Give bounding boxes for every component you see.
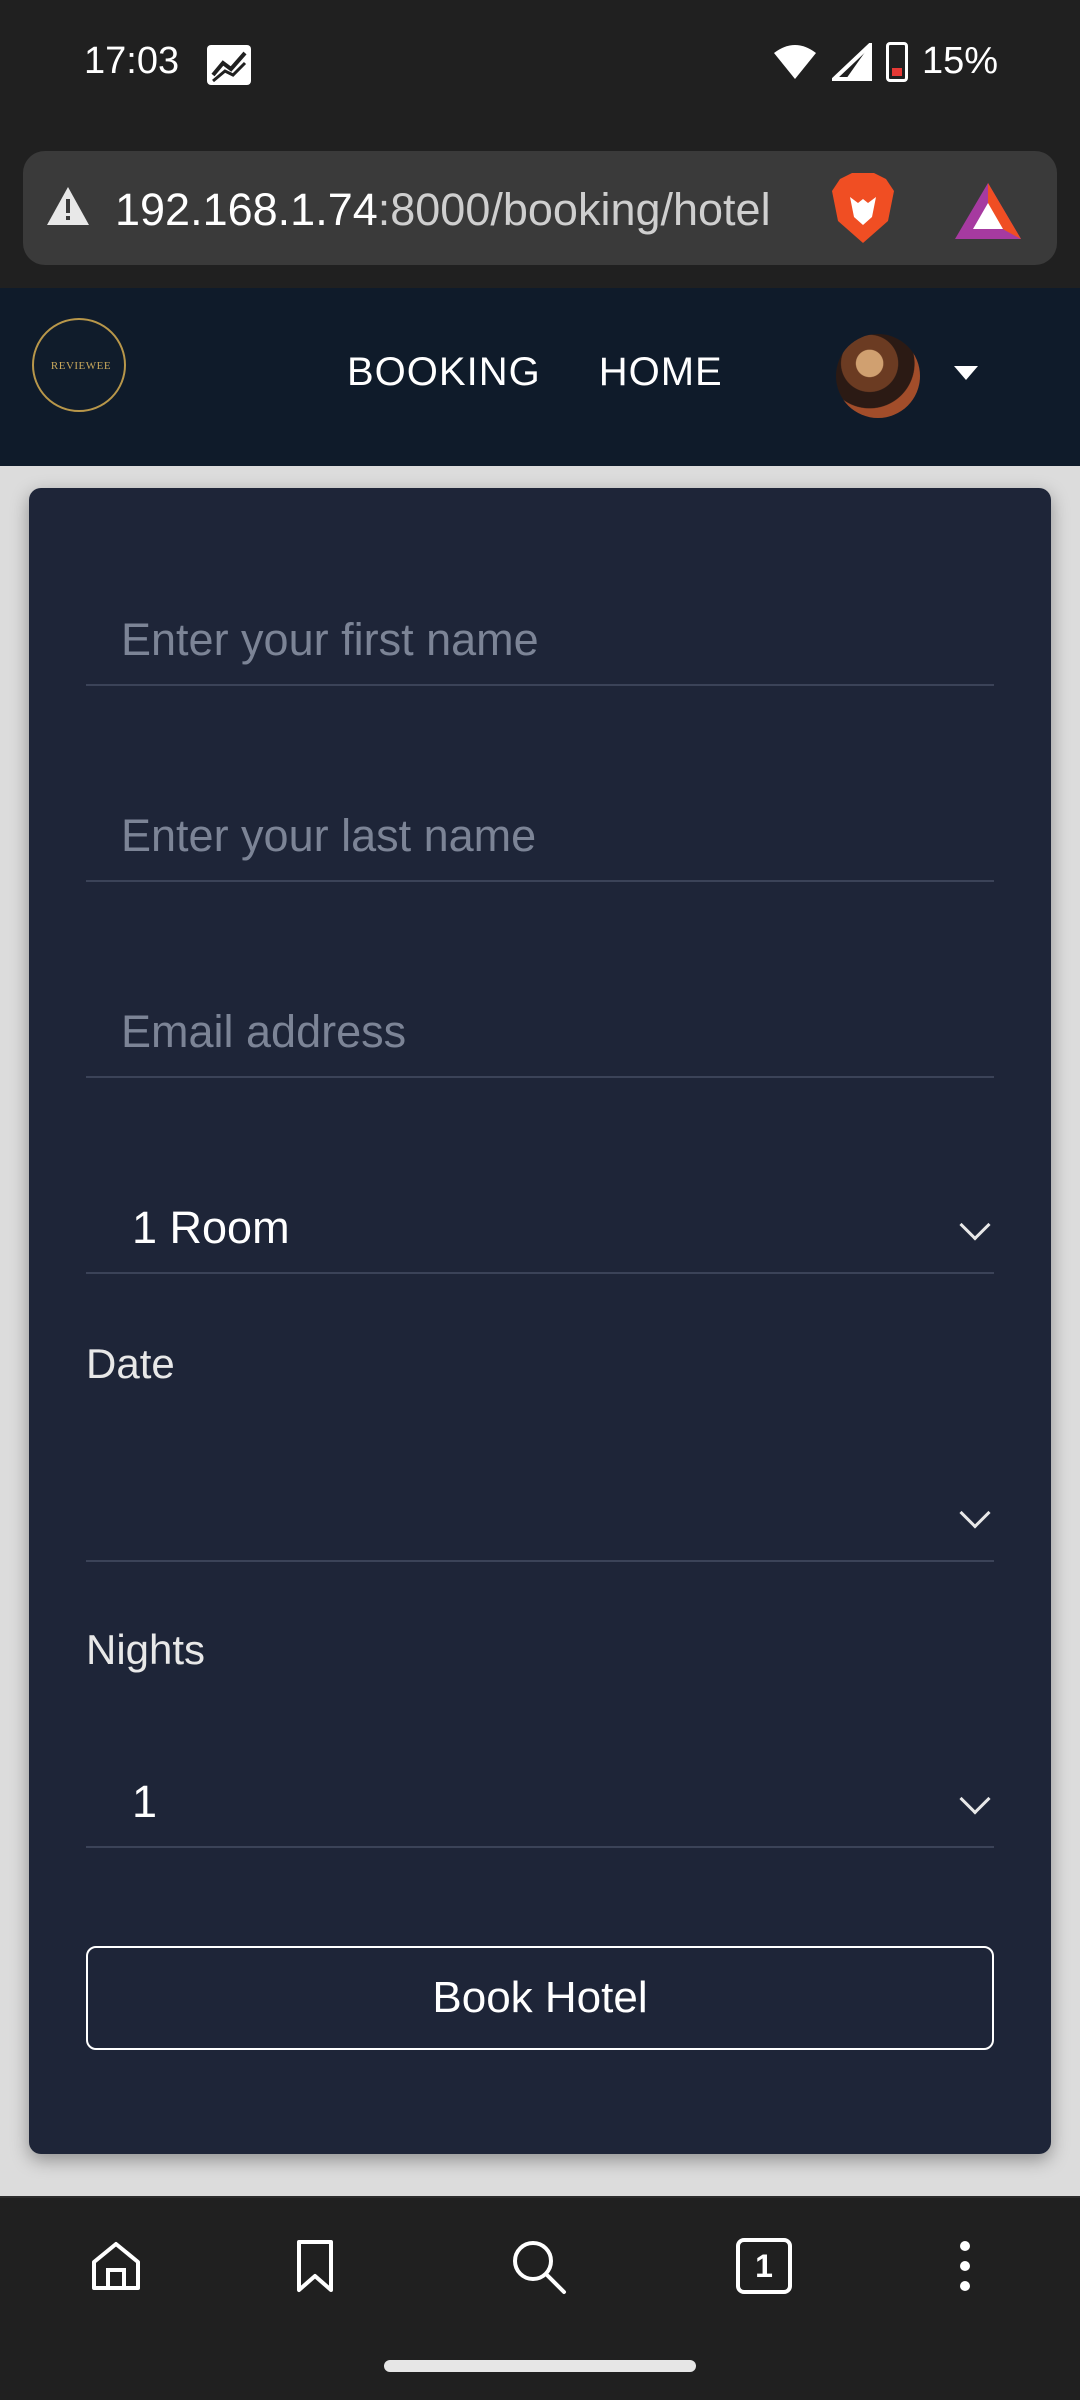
chevron-down-icon	[959, 1209, 991, 1241]
battery-icon	[885, 41, 908, 82]
nights-label: Nights	[86, 1626, 206, 1673]
last-name-field[interactable]: Enter your last name	[86, 792, 994, 882]
gesture-handle[interactable]	[384, 2360, 696, 2372]
brave-rewards-icon[interactable]	[953, 181, 1023, 241]
address-bar[interactable]: 192.168.1.74:8000/booking/hotel	[23, 151, 1057, 265]
site-logo[interactable]: REVIEWEE	[32, 318, 126, 412]
wifi-icon	[773, 44, 816, 79]
battery-percent: 15%	[921, 40, 998, 82]
gesture-navigation-area	[0, 2332, 1080, 2400]
chart-notification-icon	[207, 45, 251, 85]
nav-links: BOOKING HOME	[347, 350, 723, 395]
first-name-placeholder: Enter your first name	[121, 614, 539, 665]
booking-form-card: Enter your first name Enter your last na…	[29, 488, 1051, 2154]
signal-icon	[831, 42, 872, 81]
date-label: Date	[86, 1340, 175, 1387]
book-hotel-button[interactable]: Book Hotel	[86, 1946, 994, 2050]
first-name-field[interactable]: Enter your first name	[86, 596, 994, 686]
status-time: 17:03	[84, 40, 180, 82]
browser-bottom-toolbar: 1	[0, 2196, 1080, 2332]
nav-link-booking[interactable]: BOOKING	[347, 350, 541, 395]
bookmark-icon[interactable]	[285, 2236, 345, 2296]
home-icon[interactable]	[86, 2236, 146, 2296]
rooms-select[interactable]: 1 Room	[86, 1184, 994, 1274]
url-path: :8000/booking/hotel	[377, 184, 771, 235]
nav-link-home[interactable]: HOME	[599, 350, 723, 395]
logo-text: REVIEWEE	[50, 360, 112, 372]
status-bar: 17:03 15%	[0, 0, 1080, 130]
nights-value: 1	[132, 1776, 158, 1827]
site-navbar: REVIEWEE BOOKING HOME	[0, 288, 1080, 466]
nights-select[interactable]: 1	[86, 1758, 994, 1848]
status-indicators: 15%	[772, 40, 998, 83]
email-field[interactable]: Email address	[86, 988, 994, 1078]
rooms-value: 1 Room	[132, 1202, 290, 1253]
chevron-down-icon	[959, 1783, 991, 1815]
url-text[interactable]: 192.168.1.74:8000/booking/hotel	[115, 184, 771, 236]
brave-shields-icon[interactable]	[828, 171, 898, 245]
warning-icon[interactable]	[45, 185, 91, 227]
user-avatar[interactable]	[836, 334, 920, 418]
more-menu-icon[interactable]	[935, 2236, 995, 2296]
browser-toolbar: 192.168.1.74:8000/booking/hotel	[0, 130, 1080, 288]
url-host: 192.168.1.74	[115, 184, 378, 235]
search-icon[interactable]	[508, 2236, 568, 2296]
email-placeholder: Email address	[121, 1006, 407, 1057]
caret-down-icon[interactable]	[954, 366, 978, 380]
last-name-placeholder: Enter your last name	[121, 810, 537, 861]
tab-switcher-button[interactable]: 1	[736, 2238, 792, 2294]
date-select[interactable]	[86, 1472, 994, 1562]
chevron-down-icon	[959, 1497, 991, 1529]
